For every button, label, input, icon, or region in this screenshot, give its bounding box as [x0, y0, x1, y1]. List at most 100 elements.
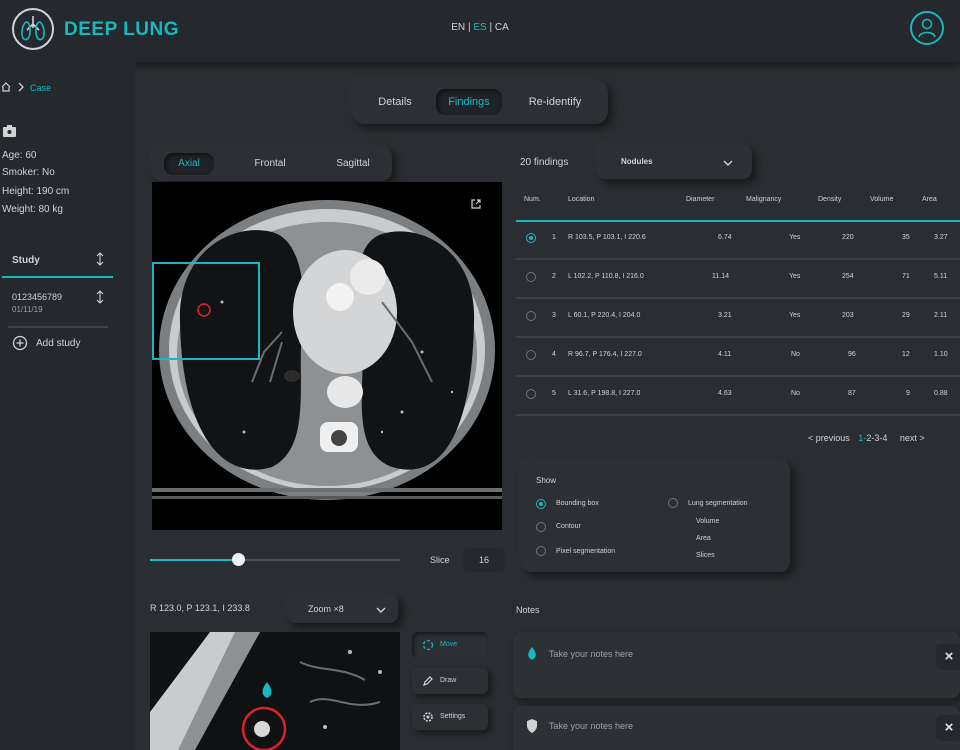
draw-button[interactable]: Draw: [412, 668, 488, 694]
view-tabs: Axial Frontal Sagittal: [152, 147, 392, 181]
col-density[interactable]: Density: [818, 196, 841, 203]
cell-num: 4: [552, 351, 556, 358]
divider: [8, 326, 108, 328]
findings-count: 20 findings: [520, 157, 569, 168]
table-row[interactable]: 3 L 60.1, P 220.4, I 204.0 3.21 Yes 203 …: [516, 298, 960, 338]
option-pixel-segmentation[interactable]: Pixel segmentation: [556, 548, 615, 555]
cell-malignancy: Yes: [789, 234, 801, 241]
row-select-radio[interactable]: [526, 233, 536, 243]
close-icon[interactable]: ×: [936, 715, 960, 741]
note-input[interactable]: Take your notes here: [549, 721, 633, 731]
col-malignancy[interactable]: Malignancy: [746, 196, 781, 203]
study-id[interactable]: 0123456789: [12, 292, 62, 302]
cell-malignancy: No: [791, 390, 800, 397]
drop-icon: [528, 647, 536, 660]
row-select-radio[interactable]: [526, 389, 536, 399]
slice-value[interactable]: 16: [463, 548, 505, 572]
tab-sagittal[interactable]: Sagittal: [324, 153, 382, 175]
cell-diameter: 6.74: [718, 234, 732, 241]
main-tabs: Details Findings Re-identify: [352, 80, 608, 124]
tab-axial[interactable]: Axial: [164, 153, 214, 175]
move-button[interactable]: Move: [412, 632, 488, 658]
bounding-box-radio[interactable]: [536, 499, 546, 509]
sidebar: Case Age: 60 Smoker: No Height: 190 cm W…: [0, 62, 135, 750]
chevron-down-icon: [723, 158, 733, 170]
cell-diameter: 4.63: [718, 390, 732, 397]
row-select-radio[interactable]: [526, 311, 536, 321]
row-select-radio[interactable]: [526, 350, 536, 360]
close-icon[interactable]: ×: [936, 644, 960, 670]
study-header-underline: [2, 276, 113, 278]
cursor-coordinates: R 123.0, P 123.1, I 233.8: [150, 603, 250, 613]
tab-details[interactable]: Details: [364, 91, 426, 113]
table-row[interactable]: 4 R 96.7, P 176.4, I 227.0 4.11 No 96 12…: [516, 337, 960, 377]
lang-ca[interactable]: CA: [495, 22, 509, 33]
row-select-radio[interactable]: [526, 272, 536, 282]
lang-en[interactable]: EN: [451, 22, 465, 33]
ct-axial-image: [152, 200, 502, 500]
tab-frontal[interactable]: Frontal: [242, 153, 298, 175]
option-contour[interactable]: Contour: [556, 523, 581, 530]
sort-icon[interactable]: [96, 252, 104, 269]
table-row[interactable]: 2 L 102.2, P 110.8, I 216.0 11.14 Yes 25…: [516, 259, 960, 299]
col-diameter[interactable]: Diameter: [686, 196, 714, 203]
col-num[interactable]: Num.: [524, 196, 541, 203]
col-area[interactable]: Area: [922, 196, 937, 203]
cell-location: L 102.2, P 110.8, I 216.0: [568, 273, 644, 280]
table-row[interactable]: 1 R 103.5, P 103.1, I 220.6 6.74 Yes 220…: [516, 220, 960, 260]
settings-label: Settings: [440, 713, 466, 720]
cell-location: L 60.1, P 220.4, I 204.0: [568, 312, 641, 319]
note-input[interactable]: Take your notes here: [549, 649, 633, 659]
findings-filter-select[interactable]: Nodules: [597, 145, 752, 179]
option-bounding-box[interactable]: Bounding box: [556, 500, 599, 507]
col-location[interactable]: Location: [568, 196, 594, 203]
slice-slider-fill: [150, 559, 238, 561]
notes-title: Notes: [516, 605, 540, 615]
table-row[interactable]: 5 L 31.6, P 198.8, I 227.0 4.63 No 87 9 …: [516, 376, 960, 416]
cell-diameter: 11.14: [712, 273, 729, 280]
cell-area: 1.10: [934, 351, 948, 358]
show-title: Show: [536, 476, 557, 485]
pagination-next[interactable]: next >: [900, 433, 925, 443]
cell-volume: 35: [902, 234, 910, 241]
add-study-button[interactable]: Add study: [36, 338, 80, 349]
breadcrumb-case[interactable]: Case: [30, 83, 51, 93]
move-label: Move: [440, 641, 458, 648]
page-link[interactable]: 4: [882, 433, 887, 443]
cell-volume: 71: [902, 273, 910, 280]
pagination-previous[interactable]: < previous: [808, 433, 850, 443]
findings-table-header: Num. Location Diameter Malignancy Densit…: [516, 190, 960, 222]
ct-viewer[interactable]: [152, 182, 502, 530]
settings-button[interactable]: Settings: [412, 704, 488, 730]
cell-location: L 31.6, P 198.8, I 227.0: [568, 390, 641, 397]
metric-area: Area: [696, 535, 711, 542]
metric-volume: Volume: [696, 518, 720, 525]
cell-diameter: 3.21: [718, 312, 732, 319]
add-circle-icon[interactable]: [12, 335, 28, 354]
lung-segmentation-radio[interactable]: [668, 498, 678, 508]
user-icon[interactable]: [910, 11, 944, 45]
language-switcher: EN | ES | CA: [0, 22, 960, 33]
move-icon: [422, 639, 434, 651]
zoom-value: Zoom ×8: [308, 604, 344, 614]
lang-es[interactable]: ES: [473, 22, 486, 33]
option-lung-segmentation[interactable]: Lung segmentation: [688, 500, 748, 507]
expand-icon[interactable]: [470, 198, 482, 213]
tab-findings[interactable]: Findings: [436, 89, 502, 115]
slice-slider-thumb[interactable]: [231, 553, 245, 566]
tab-reidentify[interactable]: Re-identify: [512, 91, 598, 113]
shield-icon: [527, 719, 537, 733]
cell-volume: 12: [902, 351, 910, 358]
slice-slider-track[interactable]: [150, 553, 400, 566]
zoomed-viewer[interactable]: [150, 632, 400, 750]
zoom-select[interactable]: Zoom ×8: [288, 595, 398, 623]
pixel-segmentation-radio[interactable]: [536, 546, 546, 556]
home-icon[interactable]: [1, 82, 11, 95]
contour-radio[interactable]: [536, 522, 546, 532]
study-header: Study: [12, 255, 40, 266]
chevron-down-icon: [376, 605, 386, 617]
col-volume[interactable]: Volume: [870, 196, 893, 203]
cell-malignancy: No: [791, 351, 800, 358]
patient-weight: Weight: 80 kg: [2, 204, 63, 215]
sort-icon[interactable]: [96, 290, 104, 307]
